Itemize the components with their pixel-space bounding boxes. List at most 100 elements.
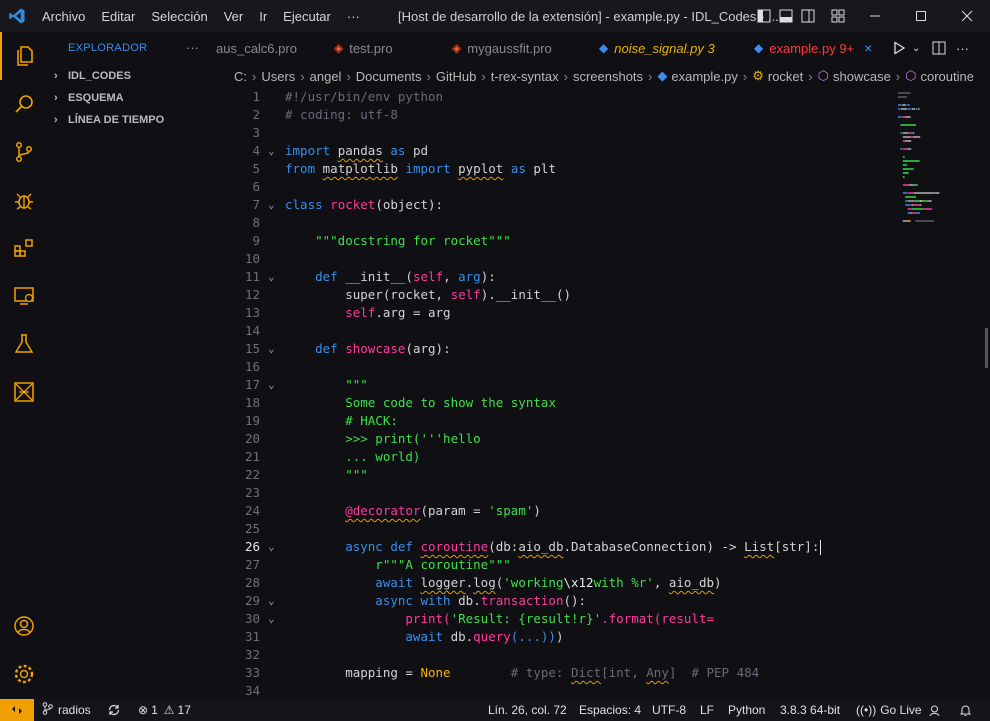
breadcrumb-item[interactable]: screenshots <box>573 69 643 84</box>
language-mode[interactable]: Python <box>728 699 765 721</box>
menu-ejecutar[interactable]: Ejecutar <box>275 0 339 32</box>
layout-sidebar-icon[interactable] <box>752 0 776 32</box>
breadcrumb-item[interactable]: C: <box>234 69 247 84</box>
code-line[interactable]: 17 ⌄ """ <box>226 376 896 394</box>
code-line[interactable]: 6 <box>226 178 896 196</box>
run-dropdown-chevron-icon[interactable]: ⌄ <box>912 32 920 64</box>
sync-icon[interactable] <box>107 699 121 721</box>
tab-aus-calc6[interactable]: aus_calc6.pro <box>216 32 297 64</box>
code-line[interactable]: 5 from matplotlib import pyplot as plt <box>226 160 896 178</box>
notifications-bell-icon[interactable] <box>959 699 972 721</box>
code-line[interactable]: 14 <box>226 322 896 340</box>
testing-icon[interactable] <box>0 320 48 368</box>
breadcrumb-item[interactable]: showcase <box>833 69 891 84</box>
fold-chevron-icon[interactable]: ⌄ <box>268 610 282 628</box>
code-line[interactable]: 10 <box>226 250 896 268</box>
code-line[interactable]: 11 ⌄ def __init__(self, arg): <box>226 268 896 286</box>
section-linea-de-tiempo[interactable]: › LÍNEA DE TIEMPO <box>54 109 164 131</box>
breadcrumb-item[interactable]: Users <box>261 69 295 84</box>
vertical-scrollbar[interactable] <box>976 88 990 699</box>
fold-chevron-icon[interactable]: ⌄ <box>268 340 282 358</box>
tab-noise-signal[interactable]: ◆ noise_signal.py 3 <box>599 32 715 64</box>
code-line[interactable]: 29 ⌄ async with db.transaction(): <box>226 592 896 610</box>
remote-explorer-icon[interactable] <box>0 272 48 320</box>
menu-editar[interactable]: Editar <box>93 0 143 32</box>
code-line[interactable]: 19 # HACK: <box>226 412 896 430</box>
code-editor[interactable]: 1 #!/usr/bin/env python 2 # coding: utf-8 3 4… <box>226 88 896 699</box>
code-line[interactable]: 24 @decorator(param = 'spam') <box>226 502 896 520</box>
code-line[interactable]: 25 <box>226 520 896 538</box>
tab-close-icon[interactable]: × <box>864 40 872 56</box>
code-line[interactable]: 8 <box>226 214 896 232</box>
explorer-more-actions[interactable]: ··· <box>186 40 199 55</box>
code-line[interactable]: 27 r"""A coroutine""" <box>226 556 896 574</box>
code-line[interactable]: 1 #!/usr/bin/env python <box>226 88 896 106</box>
run-file-icon[interactable] <box>892 32 906 64</box>
source-control-icon[interactable] <box>0 128 48 176</box>
code-line[interactable]: 20 >>> print('''hello <box>226 430 896 448</box>
end-of-line[interactable]: LF <box>700 699 714 721</box>
code-line[interactable]: 4 ⌄ import pandas as pd <box>226 142 896 160</box>
python-interpreter[interactable]: 3.8.3 64-bit <box>780 699 840 721</box>
accounts-icon[interactable] <box>0 602 48 650</box>
maximize-icon[interactable] <box>898 0 944 32</box>
code-line[interactable]: 28 await logger.log('working\x12with %r'… <box>226 574 896 592</box>
feedback-icon[interactable] <box>928 699 941 721</box>
code-line[interactable]: 13 self.arg = arg <box>226 304 896 322</box>
menu-more[interactable]: ··· <box>339 0 368 32</box>
menu-seleccion[interactable]: Selección <box>143 0 215 32</box>
code-line[interactable]: 9 """docstring for rocket""" <box>226 232 896 250</box>
split-editor-icon[interactable] <box>932 32 946 64</box>
code-line[interactable]: 2 # coding: utf-8 <box>226 106 896 124</box>
breadcrumb-item[interactable]: t-rex-syntax <box>491 69 559 84</box>
code-line[interactable]: 30 ⌄ print('Result: {result!r}'.format(re… <box>226 610 896 628</box>
run-debug-icon[interactable] <box>0 176 48 224</box>
fold-chevron-icon[interactable]: ⌄ <box>268 538 282 556</box>
code-line[interactable]: 3 <box>226 124 896 142</box>
search-icon[interactable] <box>0 80 48 128</box>
code-line[interactable]: 15 ⌄ def showcase(arg): <box>226 340 896 358</box>
menu-archivo[interactable]: Archivo <box>34 0 93 32</box>
code-line[interactable]: 21 ... world) <box>226 448 896 466</box>
minimap[interactable] <box>896 88 976 248</box>
code-line[interactable]: 23 <box>226 484 896 502</box>
code-line[interactable]: 32 <box>226 646 896 664</box>
code-line[interactable]: 26 ⌄ async def coroutine(db:aio_db.Databa… <box>226 538 896 556</box>
code-line[interactable]: 22 """ <box>226 466 896 484</box>
remote-indicator-icon[interactable] <box>0 699 34 721</box>
indentation[interactable]: Espacios: 4 <box>579 699 641 721</box>
tab-example-py[interactable]: ◆ example.py 9+ × <box>754 32 872 64</box>
editor-more-actions-icon[interactable]: ··· <box>956 32 969 64</box>
breadcrumb-item[interactable]: Documents <box>356 69 422 84</box>
code-line[interactable]: 34 <box>226 682 896 699</box>
section-esquema[interactable]: › ESQUEMA <box>54 87 124 109</box>
close-icon[interactable] <box>944 0 990 32</box>
problems-indicator[interactable]: ⊗ 1 ⚠ 17 <box>138 699 191 721</box>
menu-ver[interactable]: Ver <box>216 0 252 32</box>
code-line[interactable]: 18 Some code to show the syntax <box>226 394 896 412</box>
code-line[interactable]: 12 super(rocket, self).__init__() <box>226 286 896 304</box>
menu-ir[interactable]: Ir <box>251 0 275 32</box>
breadcrumb-item[interactable]: angel <box>310 69 342 84</box>
breadcrumb-item[interactable]: rocket <box>768 69 803 84</box>
code-line[interactable]: 31 await db.query(...))) <box>226 628 896 646</box>
section-idl-codes[interactable]: › IDL_CODES <box>54 65 131 87</box>
go-live-button[interactable]: ((•)) Go Live <box>856 699 922 721</box>
breadcrumb-item[interactable]: coroutine <box>921 69 974 84</box>
tab-test-pro[interactable]: ◈ test.pro <box>334 32 393 64</box>
settings-gear-icon[interactable] <box>0 650 48 698</box>
code-line[interactable]: 16 <box>226 358 896 376</box>
fold-chevron-icon[interactable]: ⌄ <box>268 592 282 610</box>
extension-view-icon[interactable] <box>0 368 48 416</box>
branch-indicator[interactable]: radios <box>42 699 91 721</box>
fold-chevron-icon[interactable]: ⌄ <box>268 142 282 160</box>
fold-chevron-icon[interactable]: ⌄ <box>268 196 282 214</box>
layout-panel-icon[interactable] <box>774 0 798 32</box>
extensions-icon[interactable] <box>0 224 48 272</box>
breadcrumb-item[interactable]: GitHub <box>436 69 476 84</box>
minimize-icon[interactable] <box>852 0 898 32</box>
fold-chevron-icon[interactable]: ⌄ <box>268 268 282 286</box>
explorer-icon[interactable] <box>0 32 48 80</box>
breadcrumb-item[interactable]: example.py <box>671 69 737 84</box>
code-line[interactable]: 7 ⌄ class rocket(object): <box>226 196 896 214</box>
